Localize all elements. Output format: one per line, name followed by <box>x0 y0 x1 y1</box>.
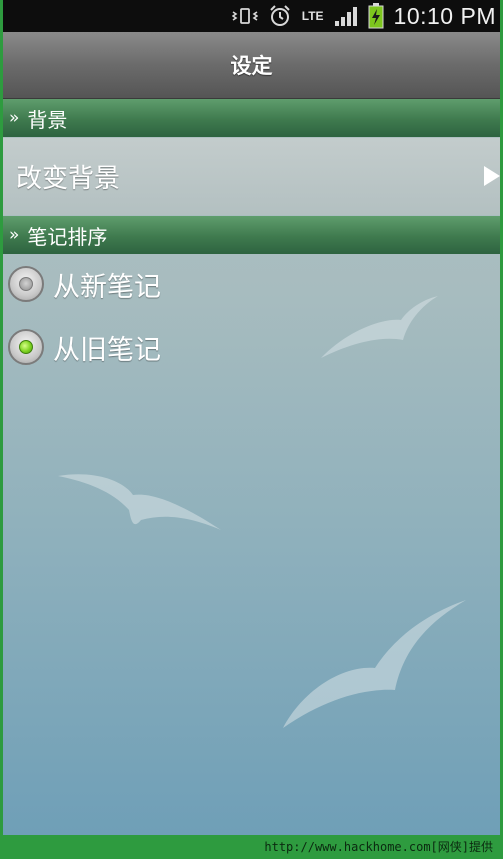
sort-option-oldest-label: 从旧笔记 <box>53 334 161 366</box>
status-time: 10:10 PM <box>393 2 496 29</box>
section-header-sort-label: 笔记排序 <box>27 224 108 249</box>
change-background-label: 改变背景 <box>16 164 121 194</box>
radio-button-unselected[interactable] <box>8 266 44 302</box>
radio-dot-selected-icon <box>19 340 33 354</box>
bird-shape-middle <box>58 474 221 530</box>
phone-screen: LTE 10:10 PM 设定 » 背景 改变背景 » 笔记排序 从新笔记 从旧… <box>3 0 500 835</box>
section-header-background-label: 背景 <box>27 107 68 132</box>
chevron-right-icon: » <box>9 108 20 128</box>
section-header-sort: » 笔记排序 <box>3 216 500 254</box>
status-bar: LTE 10:10 PM <box>3 0 500 32</box>
arrow-right-icon <box>484 166 500 186</box>
signal-icon <box>334 5 358 27</box>
alarm-icon <box>268 4 292 28</box>
status-icons: LTE 10:10 PM <box>231 0 496 32</box>
radio-dot-icon <box>19 277 33 291</box>
lte-icon: LTE <box>301 8 324 23</box>
section-header-background: » 背景 <box>3 99 500 137</box>
vibrate-icon <box>231 6 258 26</box>
sort-option-oldest[interactable]: 从旧笔记 <box>8 322 161 372</box>
site-watermark: http://www.hackhome.com[网侠]提供 <box>264 840 493 854</box>
radio-button-selected[interactable] <box>8 329 44 365</box>
bird-shape-top <box>321 296 438 358</box>
sort-option-newest[interactable]: 从新笔记 <box>8 259 161 309</box>
bird-shape-bottom <box>283 600 466 728</box>
lte-label: LTE <box>301 8 324 23</box>
title-bar: 设定 <box>3 32 500 99</box>
change-background-item[interactable]: 改变背景 <box>3 138 500 215</box>
sort-option-newest-label: 从新笔记 <box>53 271 161 303</box>
chevron-right-icon: » <box>9 225 20 245</box>
battery-charging-icon <box>368 3 384 29</box>
page-title: 设定 <box>230 54 273 78</box>
app-frame: LTE 10:10 PM 设定 » 背景 改变背景 » 笔记排序 从新笔记 从旧… <box>0 0 503 859</box>
